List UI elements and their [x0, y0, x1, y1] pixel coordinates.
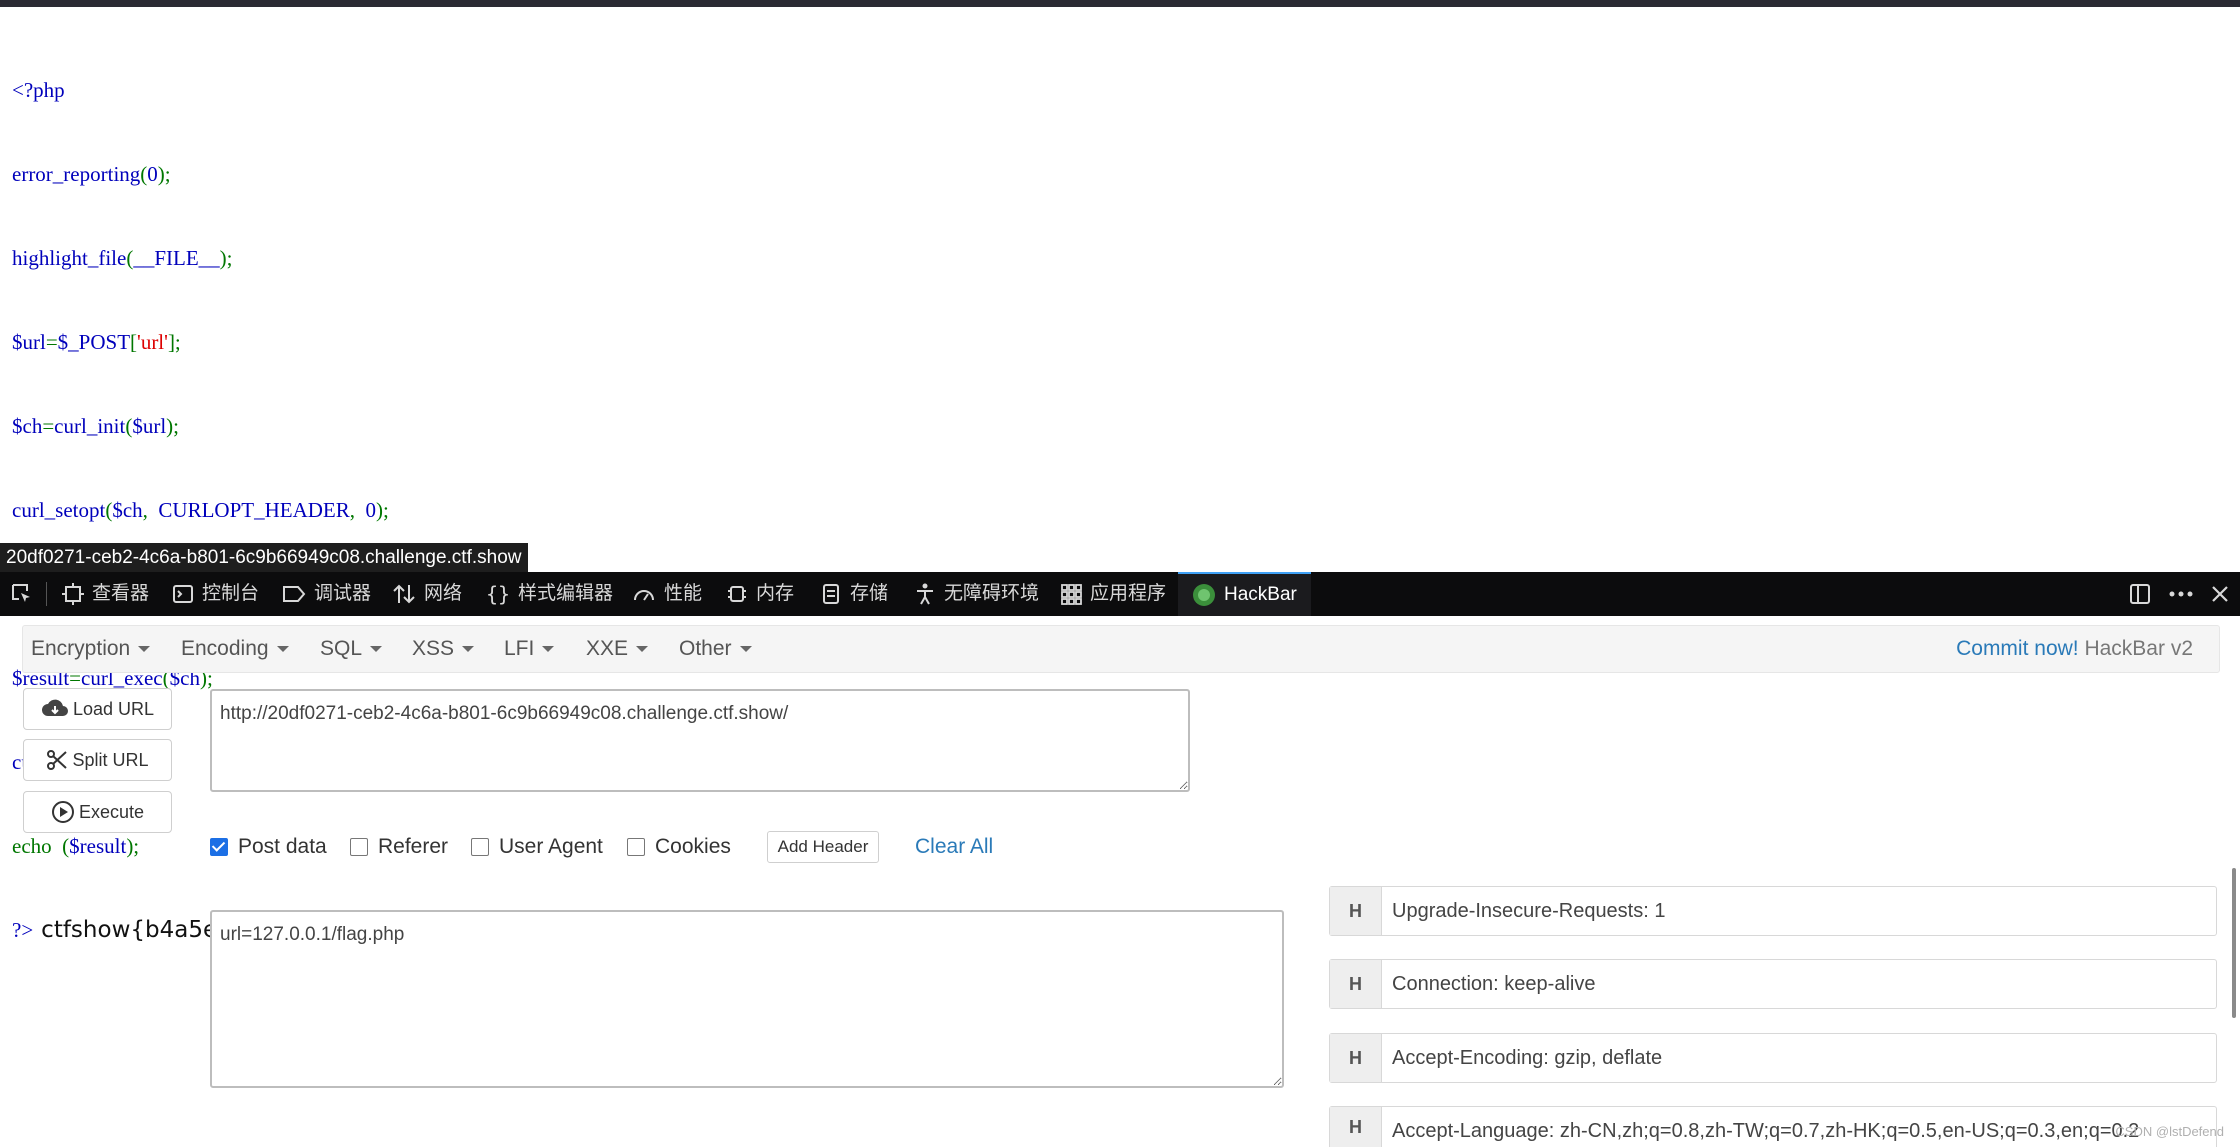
play-circle-icon: [51, 801, 74, 823]
menu-sql[interactable]: SQL: [320, 626, 383, 672]
menu-encryption[interactable]: Encryption: [31, 626, 151, 672]
tab-application[interactable]: 应用程序: [1060, 572, 1166, 616]
caret-down-icon: [739, 646, 752, 653]
inspector-icon: [62, 583, 84, 605]
checkbox-icon[interactable]: [471, 838, 489, 856]
devtools-toolbar: 查看器 控制台 调试器 网络 {} 样式编辑器 性能 内存 存储 无障碍环境 应…: [0, 572, 2240, 616]
code-line: highlight_file(__FILE__);: [12, 246, 233, 270]
tab-inspector[interactable]: 查看器: [62, 572, 149, 616]
header-value[interactable]: Connection: keep-alive: [1382, 960, 1595, 1008]
header-tag[interactable]: H: [1330, 1107, 1382, 1147]
header-row[interactable]: H Accept-Language: zh-CN,zh;q=0.8,zh-TW;q…: [1329, 1106, 2217, 1147]
execute-button[interactable]: Execute: [23, 791, 172, 833]
header-value[interactable]: Accept-Encoding: gzip, deflate: [1382, 1034, 1662, 1082]
tab-style-editor[interactable]: {} 样式编辑器: [486, 572, 613, 616]
header-row[interactable]: H Connection: keep-alive: [1329, 959, 2217, 1009]
hackbar-menu: Encryption Encoding SQL XSS LFI XXE Othe…: [22, 625, 2220, 673]
cookies-checkbox[interactable]: Cookies: [627, 830, 731, 864]
console-icon: [173, 585, 193, 603]
accessibility-icon: [917, 583, 933, 605]
caret-down-icon: [138, 646, 151, 653]
caret-down-icon: [462, 646, 475, 653]
tab-hackbar[interactable]: HackBar: [1178, 572, 1311, 616]
menu-other[interactable]: Other: [679, 626, 752, 672]
cloud-download-icon: [41, 699, 68, 716]
menu-xss[interactable]: XSS: [412, 626, 475, 672]
header-value[interactable]: Accept-Language: zh-CN,zh;q=0.8,zh-TW;q=…: [1382, 1107, 2139, 1147]
user-agent-checkbox[interactable]: User Agent: [471, 830, 603, 864]
split-url-button[interactable]: Split URL: [23, 739, 172, 781]
post-data-checkbox[interactable]: Post data: [210, 830, 327, 864]
post-data-textarea[interactable]: [210, 910, 1284, 1088]
dock-side-icon[interactable]: [2128, 572, 2152, 616]
code-line: error_reporting(0);: [12, 162, 171, 186]
header-tag[interactable]: H: [1330, 960, 1382, 1008]
element-picker-icon[interactable]: [10, 572, 42, 616]
tab-memory[interactable]: 内存: [726, 572, 794, 616]
referer-checkbox[interactable]: Referer: [350, 830, 448, 864]
status-bar-url: 20df0271-ceb2-4c6a-b801-6c9b66949c08.cha…: [0, 543, 528, 572]
scrollbar[interactable]: [2232, 868, 2236, 1018]
caret-down-icon: [370, 646, 383, 653]
storage-icon: [823, 584, 839, 604]
tab-debugger[interactable]: 调试器: [282, 572, 371, 616]
load-url-button[interactable]: Load URL: [23, 688, 172, 730]
header-tag[interactable]: H: [1330, 887, 1382, 935]
header-row[interactable]: H Upgrade-Insecure-Requests: 1: [1329, 886, 2217, 936]
style-editor-icon: {}: [486, 583, 510, 605]
performance-icon: [634, 590, 654, 601]
header-value[interactable]: Upgrade-Insecure-Requests: 1: [1382, 887, 1665, 935]
caret-down-icon: [276, 646, 289, 653]
scissors-icon: [47, 750, 68, 770]
code-line: curl_setopt($ch, CURLOPT_HEADER, 0);: [12, 498, 389, 522]
application-icon: [1061, 584, 1082, 605]
more-options-icon[interactable]: [2168, 572, 2194, 616]
tab-accessibility[interactable]: 无障碍环境: [914, 572, 1039, 616]
tab-storage[interactable]: 存储: [820, 572, 888, 616]
code-line: $ch=curl_init($url);: [12, 414, 179, 438]
network-icon: [393, 584, 415, 604]
add-header-button[interactable]: Add Header: [767, 831, 879, 863]
memory-icon: [728, 586, 746, 602]
tab-network[interactable]: 网络: [392, 572, 462, 616]
menu-encoding[interactable]: Encoding: [181, 626, 289, 672]
tab-console[interactable]: 控制台: [172, 572, 259, 616]
tab-performance[interactable]: 性能: [632, 572, 702, 616]
header-tag[interactable]: H: [1330, 1034, 1382, 1082]
code-line: <?php: [12, 78, 65, 102]
caret-down-icon: [542, 646, 555, 653]
commit-info: Commit now! HackBar v2: [1956, 637, 2193, 660]
checkbox-checked-icon[interactable]: [210, 838, 228, 856]
caret-down-icon: [636, 646, 649, 653]
checkbox-icon[interactable]: [627, 838, 645, 856]
svg-text:{}: {}: [486, 583, 510, 605]
checkbox-icon[interactable]: [350, 838, 368, 856]
header-row[interactable]: H Accept-Encoding: gzip, deflate: [1329, 1033, 2217, 1083]
clear-all-link[interactable]: Clear All: [915, 830, 993, 864]
menu-xxe[interactable]: XXE: [586, 626, 649, 672]
browser-top-strip: [0, 0, 2240, 7]
hackbar-icon: [1193, 584, 1215, 606]
code-line: $url=$_POST['url'];: [12, 330, 181, 354]
close-icon[interactable]: [2210, 572, 2230, 616]
menu-lfi[interactable]: LFI: [504, 626, 555, 672]
debugger-icon: [283, 586, 306, 602]
commit-link[interactable]: Commit now!: [1956, 637, 2079, 660]
watermark: CSDN @lstDefend: [2115, 1124, 2224, 1139]
url-textarea[interactable]: [210, 689, 1190, 792]
